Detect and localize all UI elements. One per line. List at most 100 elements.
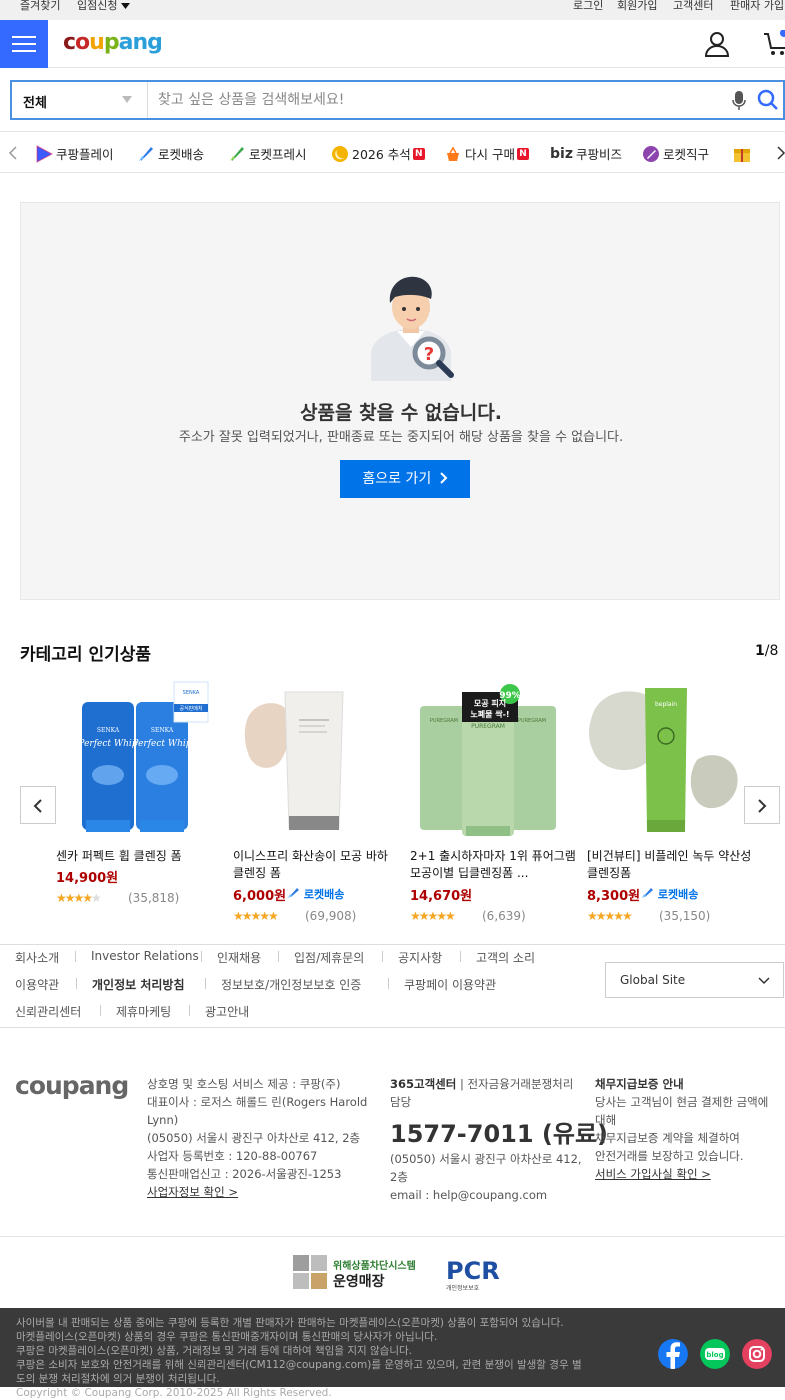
footer-link-privacy[interactable]: 개인정보 처리방침 <box>92 976 185 993</box>
hamburger-icon <box>12 36 36 38</box>
category-menu-button[interactable] <box>0 20 48 68</box>
instagram-icon[interactable] <box>742 1339 772 1369</box>
seller-apply-link[interactable]: 입점신청 <box>77 0 130 13</box>
product-brand-text: SENKA <box>97 727 120 734</box>
product-name-text: Perfect Whip <box>77 739 137 749</box>
chevron-down-icon <box>122 96 132 103</box>
footer-link[interactable]: 고객의 소리 <box>476 949 535 966</box>
footer-link[interactable]: 인재채용 <box>217 949 261 966</box>
nav-item-label: 로켓직구 <box>663 147 710 162</box>
cs-address2: 2층 <box>390 1170 408 1184</box>
footer-link[interactable]: 입점/제휴문의 <box>294 949 364 966</box>
rocket-delivery-label: 로켓배송 <box>303 888 345 901</box>
chevron-right-icon[interactable] <box>776 146 785 160</box>
product-name: 이니스프리 화산송이 모공 바하 클렌징 폼 <box>233 849 388 880</box>
badge-line2-text: 노폐물 싹-! <box>470 709 509 719</box>
product-price: 14,670원 <box>410 889 473 904</box>
cs-address-block: (05050) 서울시 광진구 아차산로 412, 2층 email : hel… <box>390 1150 595 1204</box>
microphone-icon[interactable] <box>732 91 746 111</box>
footer-link[interactable]: 광고안내 <box>205 1003 249 1020</box>
search-category-value: 전체 <box>23 96 47 111</box>
coupang-logo[interactable]: coupang <box>63 27 173 63</box>
legal-line: 도의 분쟁 처리절차에 의거 분쟁이 처리됩니다. <box>16 1373 220 1385</box>
certifications: 위해상품차단시스템 운영매장 PCR 개인정보보호 <box>0 1236 785 1308</box>
payment-guarantee: 채무지급보증 안내 당사는 고객님이 현금 결제한 금액에 대해 채무지급보증 … <box>595 1075 785 1183</box>
rating-stars: ★★★★★ <box>587 909 633 923</box>
guarantee-link[interactable]: 서비스 가입사실 확인 > <box>595 1165 785 1183</box>
coupang-logo-wordmark: coupang <box>63 30 163 55</box>
rocket-global-icon <box>643 145 659 162</box>
business-info-link[interactable]: 사업자정보 확인 > <box>147 1183 387 1201</box>
footer-link[interactable]: 제휴마케팅 <box>116 1003 171 1020</box>
search-category-select[interactable]: 전체 <box>12 82 148 118</box>
company-line: 통신판매업신고 : 2026-서울광진-1253 <box>147 1167 342 1181</box>
seller-join-link[interactable]: 판매자 가입 <box>730 0 784 13</box>
company-line: 사업자 등록번호 : 120-88-00767 <box>147 1149 318 1163</box>
signup-link[interactable]: 회원가입 <box>617 0 657 13</box>
nav-item-label: 쿠팡비즈 <box>575 147 622 162</box>
rating-stars: ★★★★★ <box>410 909 456 923</box>
product-name: 2+1 출시하자마자 1위 퓨어그램 모공이별 딥클렌징폼 ... <box>410 849 576 880</box>
rocket-icon <box>642 888 653 898</box>
legal-line: Copyright © Coupang Corp. 2010-2025 All … <box>16 1387 332 1399</box>
footer-link[interactable]: 신뢰관리센터 <box>15 1003 81 1020</box>
my-account-icon[interactable] <box>704 31 730 57</box>
search-input[interactable] <box>158 82 718 118</box>
nav-item-coupang-biz[interactable]: biz 쿠팡비즈 <box>550 144 622 163</box>
rocket-fresh-icon <box>230 146 244 161</box>
go-home-button[interactable]: 홈으로 가기 <box>340 460 470 498</box>
legal-line: 쿠팡은 소비자 보호와 안전거래를 위해 신뢰관리센터(CM112@coupan… <box>16 1359 582 1371</box>
nav-item-rebuy[interactable]: 다시 구매 N <box>444 144 529 163</box>
not-found-description: 주소가 잘못 입력되었거나, 판매종료 또는 중지되어 해당 상품을 찾을 수 … <box>178 430 624 445</box>
product-brand-text: PUREGRAM <box>518 718 546 724</box>
nav-item-label: 로켓프레시 <box>249 147 307 162</box>
footer-link[interactable]: 정보보호/개인정보보호 인증 <box>221 976 361 993</box>
footer-link[interactable]: 회사소개 <box>15 949 59 966</box>
facebook-icon[interactable] <box>658 1339 688 1369</box>
gift-icon[interactable] <box>733 145 751 163</box>
rocket-delivery-badge: 로켓배송 <box>287 886 344 902</box>
customer-center-link[interactable]: 고객센터 <box>673 0 713 13</box>
rocket-icon <box>288 888 299 898</box>
footer-link[interactable]: 이용약관 <box>15 976 59 993</box>
category-popular-title: 카테고리 인기상품 <box>20 645 152 665</box>
hamburger-icon-line <box>12 50 36 52</box>
rocket-delivery-label: 로켓배송 <box>657 888 699 901</box>
rocket-icon <box>139 146 153 161</box>
login-link[interactable]: 로그인 <box>573 0 603 13</box>
product-not-found-panel: ? 상품을 찾을 수 없습니다. 주소가 잘못 입력되었거나, 판매종료 또는 … <box>20 202 780 600</box>
quick-nav-bar: 쿠팡플레이 로켓배송 로켓프레시 2026 추석 N 다시 구매 N biz 쿠… <box>0 131 785 173</box>
search-icon[interactable] <box>757 89 779 111</box>
cert2-label: PCR <box>446 1257 500 1285</box>
favorites-link[interactable]: 즐겨찾기 <box>20 0 60 13</box>
official-badge-text: 공식판매처 <box>179 705 202 712</box>
nav-item-rocket-delivery[interactable]: 로켓배송 <box>137 144 204 163</box>
badge-line1-text: 모공 피지 <box>474 698 506 708</box>
nav-item-rocket-global[interactable]: 로켓직구 <box>642 144 709 163</box>
blog-icon[interactable]: blog <box>700 1339 730 1369</box>
cs-center: 365고객센터 | 전자금융거래분쟁처리 담당 <box>390 1075 595 1111</box>
carousel-prev-button[interactable] <box>20 786 56 824</box>
chevron-right-icon <box>439 472 448 484</box>
cart-icon[interactable] <box>762 30 785 58</box>
nav-item-coupang-play[interactable]: 쿠팡플레이 <box>35 144 114 163</box>
nav-item-rocket-fresh[interactable]: 로켓프레시 <box>228 144 307 163</box>
company-line: 상호명 및 호스팅 서비스 제공 : 쿠팡(주) <box>147 1077 341 1091</box>
chevron-left-icon[interactable] <box>8 146 18 160</box>
footer-link[interactable]: Investor Relations <box>91 949 199 963</box>
person-search-illustration: ? <box>371 276 454 381</box>
nav-item-label: 쿠팡플레이 <box>56 147 114 162</box>
carousel-pager: 1/8 <box>755 643 778 659</box>
nav-item-label: 2026 추석 <box>352 147 411 162</box>
biz-icon: biz <box>550 145 573 162</box>
footer-link[interactable]: 쿠팡페이 이용약관 <box>404 976 496 993</box>
go-home-label: 홈으로 가기 <box>362 471 432 487</box>
header: coupang <box>0 20 785 68</box>
nav-item-chuseok[interactable]: 2026 추석 N <box>331 144 425 163</box>
cert1-line1: 위해상품차단시스템 <box>333 1259 416 1272</box>
legal-line: 마켓플레이스(오픈마켓) 상품의 경우 쿠팡은 통신판매중개자이며 통신판매의 … <box>16 1331 438 1343</box>
guarantee-line: 채무지급보증 계약을 체결하여 <box>595 1131 740 1145</box>
footer-link[interactable]: 공지사항 <box>398 949 442 966</box>
chevron-down-icon <box>758 977 770 985</box>
global-site-select[interactable]: Global Site <box>605 962 784 998</box>
